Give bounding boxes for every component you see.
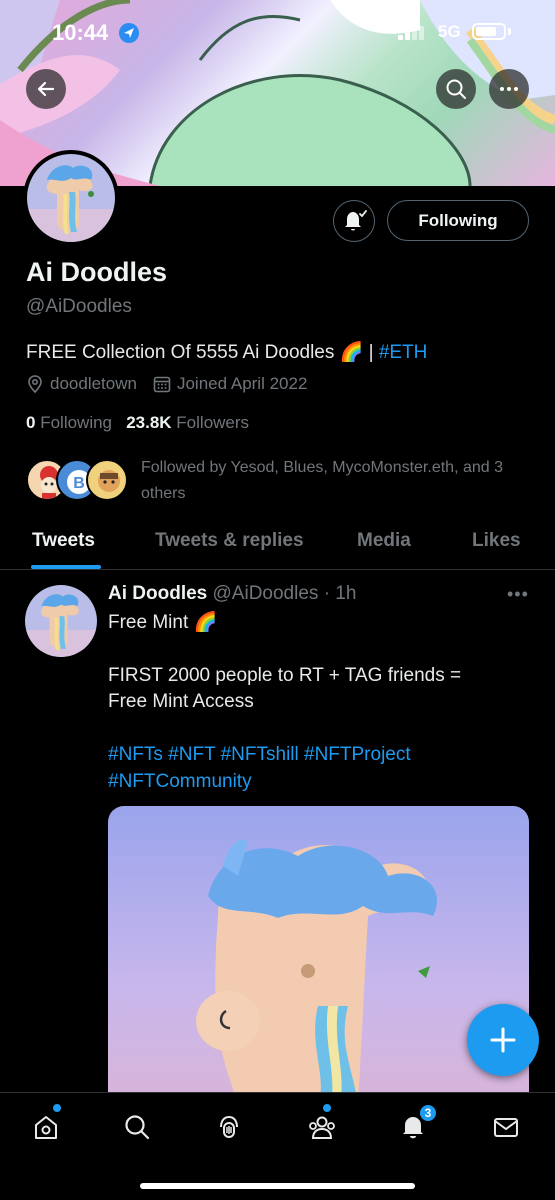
calendar-icon xyxy=(153,376,171,393)
joined-text: Joined April 2022 xyxy=(176,374,308,393)
battery-icon xyxy=(472,23,506,40)
follow-counts: 0 Following 23.8K Followers xyxy=(26,413,249,433)
location-text: doodletown xyxy=(50,374,137,393)
nav-messages[interactable] xyxy=(486,1107,526,1147)
location-services-icon xyxy=(119,23,139,43)
communities-icon xyxy=(309,1116,335,1139)
nav-spaces[interactable] xyxy=(209,1107,249,1147)
plus-icon xyxy=(490,1027,516,1053)
svg-text:B: B xyxy=(73,475,85,492)
tweet-text-line: Free Mint 🌈 xyxy=(108,612,218,633)
search-button[interactable] xyxy=(436,69,476,109)
profile-bio: FREE Collection Of 5555 Ai Doodles 🌈 | #… xyxy=(26,340,427,364)
more-dots-icon xyxy=(500,87,518,91)
followed-by-text: Followed by Yesod, Blues, MycoMonster.et… xyxy=(141,459,503,502)
followed-by-row[interactable]: B Followed by Yesod, Blues, MycoMonster.… xyxy=(26,455,536,505)
compose-tweet-button[interactable] xyxy=(467,1004,539,1076)
tab-tweets[interactable]: Tweets xyxy=(32,530,95,552)
tab-tweets-replies[interactable]: Tweets & replies xyxy=(155,530,304,552)
status-bar: 10:44 5G xyxy=(0,0,555,60)
tab-media[interactable]: Media xyxy=(357,530,411,552)
search-icon xyxy=(125,1115,150,1140)
tweet-text-line: FIRST 2000 people to RT + TAG friends = xyxy=(108,665,462,686)
tweet-time: · 1h xyxy=(323,583,357,604)
profile-meta: doodletown Joined April 2022 xyxy=(26,374,323,394)
status-time: 10:44 xyxy=(52,20,109,45)
followers-count-link[interactable]: 23.8K Followers xyxy=(126,413,249,432)
profile-name: Ai Doodles xyxy=(26,257,168,287)
nav-communities[interactable] xyxy=(302,1107,342,1147)
home-new-content-dot xyxy=(53,1104,61,1112)
avatar-image xyxy=(27,154,115,242)
tweet-author-handle[interactable]: @AiDoodles xyxy=(213,583,319,604)
search-icon xyxy=(446,79,466,99)
following-label: Following xyxy=(40,413,113,432)
home-icon xyxy=(35,1116,57,1139)
tweet-header: Ai Doodles @AiDoodles · 1h xyxy=(108,583,356,605)
network-type: 5G xyxy=(438,22,461,41)
following-button[interactable]: Following xyxy=(387,200,529,241)
nav-home[interactable] xyxy=(26,1107,66,1147)
active-tab-indicator xyxy=(31,565,101,569)
tweet-author-avatar[interactable] xyxy=(25,585,97,657)
back-arrow-icon xyxy=(37,81,55,97)
notifications-badge: 3 xyxy=(418,1103,438,1123)
notifications-bell-button[interactable] xyxy=(333,200,375,242)
profile-handle: @AiDoodles xyxy=(26,296,132,317)
spaces-microphone-icon xyxy=(220,1115,238,1138)
following-count: 0 xyxy=(26,413,36,432)
profile-joined: Joined April 2022 xyxy=(153,374,307,394)
tweet-hashtags[interactable]: #NFTs #NFT #NFTshill #NFTProject xyxy=(108,744,411,766)
envelope-icon xyxy=(494,1118,518,1137)
more-options-button[interactable] xyxy=(489,69,529,109)
tab-likes[interactable]: Likes xyxy=(472,530,521,552)
following-count-link[interactable]: 0 Following xyxy=(26,413,112,432)
bell-subscribed-icon xyxy=(345,210,367,231)
bio-text: FREE Collection Of 5555 Ai Doodles 🌈 | xyxy=(26,342,379,363)
profile-location: doodletown xyxy=(26,374,137,394)
tweet-author-name[interactable]: Ai Doodles xyxy=(108,583,207,604)
followers-label: Followers xyxy=(176,413,250,432)
home-indicator xyxy=(140,1183,415,1189)
tweet-text-line: Free Mint Access xyxy=(108,691,254,712)
battery-tip xyxy=(508,28,511,35)
profile-tabs: Tweets Tweets & replies Media Likes xyxy=(0,520,555,570)
bio-hashtag-link[interactable]: #ETH xyxy=(379,342,428,363)
communities-new-content-dot xyxy=(323,1104,331,1112)
tweet-media-image[interactable] xyxy=(108,806,529,1106)
follower-avatar-3 xyxy=(86,459,128,501)
nav-search[interactable] xyxy=(117,1107,157,1147)
cellular-signal-icon xyxy=(398,26,424,40)
location-pin-icon xyxy=(28,375,42,393)
tweet-more-button[interactable]: ••• xyxy=(507,584,529,605)
back-button[interactable] xyxy=(26,69,66,109)
tweet-hashtags[interactable]: #NFTCommunity xyxy=(108,771,252,793)
followers-count: 23.8K xyxy=(126,413,172,432)
profile-avatar[interactable] xyxy=(23,150,119,246)
